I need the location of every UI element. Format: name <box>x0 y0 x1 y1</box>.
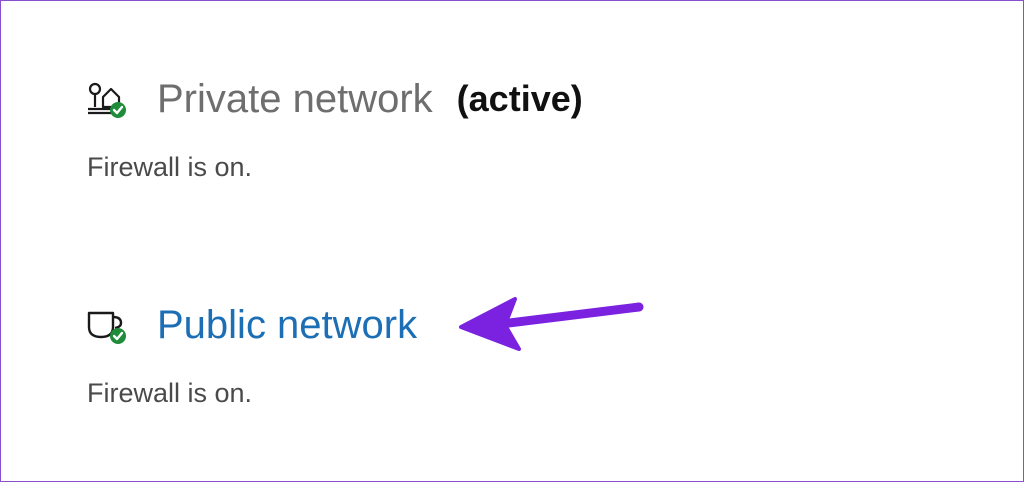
private-network-title: Private network <box>157 77 433 121</box>
private-network-header: Private network (active) <box>85 73 583 125</box>
public-firewall-status: Firewall is on. <box>87 378 253 408</box>
active-badge: (active) <box>456 78 583 119</box>
public-network-link[interactable]: Public network <box>157 299 417 351</box>
public-network-header: Public network <box>85 299 417 351</box>
arrow-left-icon <box>459 297 644 351</box>
public-network-shield-icon <box>85 303 129 347</box>
private-network-section: Private network (active) Firewall is on. <box>85 73 583 185</box>
private-firewall-status: Firewall is on. <box>87 152 253 182</box>
private-network-shield-icon <box>85 77 129 121</box>
public-network-section: Public network Firewall is on. <box>85 299 417 411</box>
screenshot-frame: Private network (active) Firewall is on.… <box>0 0 1024 482</box>
